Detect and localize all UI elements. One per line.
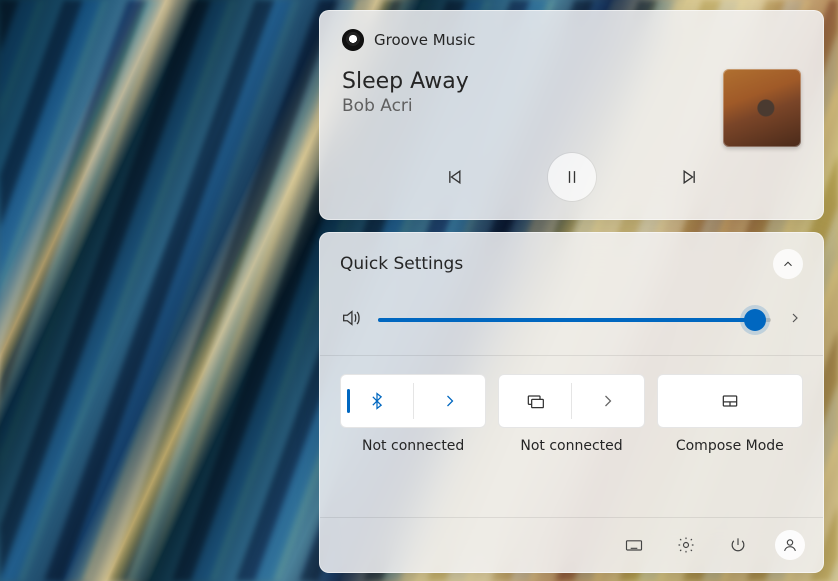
on-screen-keyboard-button[interactable] — [619, 530, 649, 560]
cast-icon — [525, 391, 545, 411]
volume-icon[interactable] — [340, 307, 362, 333]
bluetooth-toggle[interactable] — [341, 375, 413, 427]
bluetooth-flyout[interactable] — [414, 375, 486, 427]
cast-label: Not connected — [520, 438, 622, 454]
play-pause-button[interactable] — [548, 153, 596, 201]
tile-cast: Not connected — [498, 374, 644, 454]
volume-slider[interactable] — [378, 309, 771, 331]
media-app-name: Groove Music — [374, 31, 475, 49]
chevron-up-icon — [781, 257, 795, 271]
power-icon — [728, 535, 748, 555]
bluetooth-tile[interactable] — [340, 374, 486, 428]
quick-actions-row: Not connected Not connected — [320, 356, 823, 462]
quick-settings-footer — [320, 517, 823, 572]
media-app-header: Groove Music — [342, 29, 801, 51]
bluetooth-icon — [367, 391, 387, 411]
media-panel: Groove Music Sleep Away Bob Acri — [319, 10, 824, 220]
groove-music-icon — [342, 29, 364, 51]
album-art[interactable] — [723, 69, 801, 147]
tile-bluetooth: Not connected — [340, 374, 486, 454]
cast-toggle[interactable] — [499, 375, 571, 427]
cast-tile[interactable] — [498, 374, 644, 428]
volume-row — [320, 293, 823, 355]
quick-settings-panel: Quick Settings — [319, 232, 824, 573]
chevron-right-icon — [787, 310, 803, 326]
previous-track-button[interactable] — [430, 153, 478, 201]
user-icon — [780, 535, 800, 555]
collapse-button[interactable] — [773, 249, 803, 279]
chevron-right-icon — [598, 391, 618, 411]
power-button[interactable] — [723, 530, 753, 560]
next-track-button[interactable] — [666, 153, 714, 201]
quick-settings-title: Quick Settings — [340, 254, 463, 274]
quick-settings-header: Quick Settings — [320, 233, 823, 293]
track-title: Sleep Away — [342, 69, 469, 94]
bluetooth-label: Not connected — [362, 438, 464, 454]
chevron-right-icon — [440, 391, 460, 411]
compose-tile[interactable] — [657, 374, 803, 428]
user-button[interactable] — [775, 530, 805, 560]
settings-button[interactable] — [671, 530, 701, 560]
volume-flyout-button[interactable] — [787, 310, 803, 330]
cast-flyout[interactable] — [572, 375, 644, 427]
keyboard-icon — [624, 535, 644, 555]
media-controls — [342, 149, 801, 205]
track-info: Sleep Away Bob Acri — [342, 69, 469, 116]
compose-label: Compose Mode — [676, 438, 784, 454]
tile-compose: Compose Mode — [657, 374, 803, 454]
compose-icon — [720, 391, 740, 411]
pause-icon — [562, 167, 582, 187]
next-icon — [680, 167, 700, 187]
previous-icon — [444, 167, 464, 187]
gear-icon — [676, 535, 696, 555]
compose-toggle[interactable] — [658, 375, 802, 427]
track-artist: Bob Acri — [342, 96, 469, 116]
